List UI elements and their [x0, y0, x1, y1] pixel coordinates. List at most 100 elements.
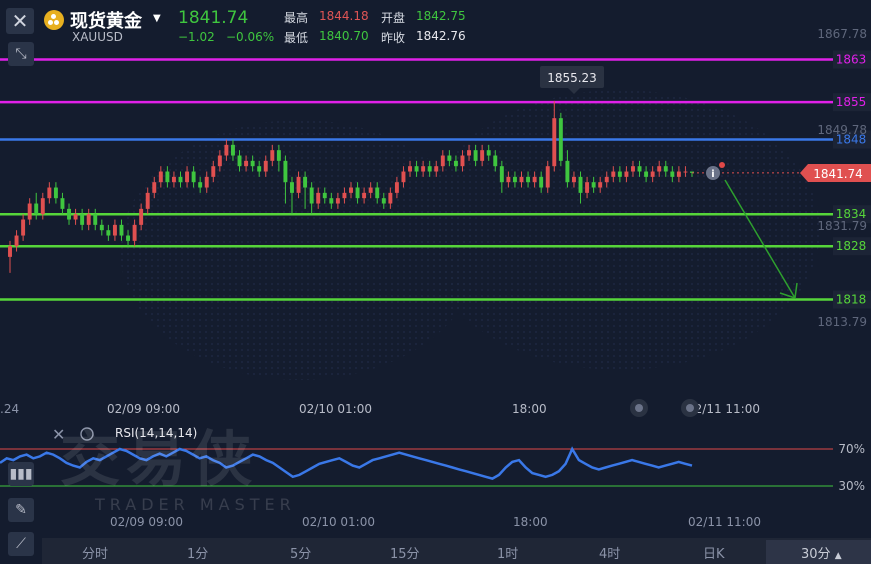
low-value: 1840.70 — [319, 29, 369, 43]
candle-body — [565, 160, 570, 183]
candle-body — [283, 160, 288, 183]
chevron-up-icon: ▲ — [834, 551, 842, 561]
settings-icon — [686, 404, 694, 412]
candle-body — [381, 198, 386, 204]
axis-tick-3: 1813.79 — [817, 315, 867, 329]
candle-body — [519, 176, 524, 183]
candle-body — [453, 160, 458, 167]
rsi-level-label-70: 70% — [838, 442, 865, 456]
candle-body — [349, 187, 353, 193]
candle-body — [663, 166, 668, 172]
candle-body — [139, 208, 144, 225]
candle-body — [86, 214, 91, 225]
tab-timeframe-1h[interactable]: 1时 — [497, 543, 518, 562]
candle-body — [388, 192, 393, 204]
candle-body — [73, 214, 78, 220]
candle-body — [237, 155, 242, 167]
candle-body — [80, 214, 85, 225]
candle-body — [178, 176, 183, 183]
tab-timeframe-line[interactable]: 分时 — [82, 543, 108, 562]
tab-timeframe-30m-label: 30分 — [801, 547, 831, 562]
candle-body — [631, 166, 635, 172]
tab-timeframe-5m[interactable]: 5分 — [290, 543, 311, 562]
prev-close-value: 1842.76 — [416, 29, 466, 43]
info-alert-dot — [719, 162, 725, 168]
line-tool-button[interactable]: ⟋ — [8, 532, 34, 556]
candle-body — [27, 203, 32, 220]
candle-body — [126, 235, 131, 241]
close-button[interactable]: ✕ — [6, 8, 34, 34]
indicator-icon: ▮▮▮ — [9, 466, 33, 482]
chart-canvas[interactable]: 186318551848183418281818 1867.781849.781… — [0, 0, 871, 564]
x-label-2: 02/10 01:00 — [299, 402, 372, 416]
candle-body — [401, 171, 406, 183]
quote-header: ✕ 现货黄金 ▼ XAUUSD 1841.74 −1.02 −0.06% 最高 … — [0, 0, 871, 46]
rsi-level-label-30: 30% — [838, 479, 865, 493]
candle-body — [558, 118, 563, 161]
candle-body — [539, 176, 544, 188]
candle-body — [290, 182, 294, 193]
record-icon — [635, 404, 643, 412]
candle-body — [276, 150, 281, 161]
candle-body — [296, 176, 301, 193]
rsi-x-label-4: 02/11 11:00 — [688, 515, 761, 529]
tab-timeframe-4h[interactable]: 4时 — [599, 543, 620, 562]
candle-body — [480, 150, 485, 161]
candle-body — [342, 192, 347, 199]
candle-body — [467, 150, 472, 156]
candle-body — [499, 166, 504, 183]
candle-body — [585, 182, 590, 193]
candle-body — [368, 187, 373, 193]
candle-body — [578, 176, 583, 193]
candle-body — [119, 224, 124, 236]
candle-body — [185, 171, 190, 183]
candle-body — [191, 171, 196, 183]
candle-body — [14, 235, 19, 247]
candle-body — [493, 155, 498, 167]
draw-button[interactable]: ✎ — [8, 498, 34, 522]
candle-body — [421, 166, 426, 172]
candle-body — [99, 224, 104, 231]
tab-timeframe-30m[interactable]: 30分 ▲ — [801, 543, 842, 562]
instrument-symbol: XAUUSD — [72, 30, 123, 44]
hline-label-1818: 1818 — [836, 293, 867, 307]
candle-body — [440, 155, 445, 167]
candle-body — [362, 192, 367, 199]
candle-body — [591, 182, 596, 188]
candle-body — [21, 219, 26, 236]
candle-body — [171, 176, 176, 183]
candle-body — [552, 118, 557, 167]
pencil-icon: ✎ — [15, 502, 27, 518]
chevron-down-icon[interactable]: ▼ — [153, 13, 161, 24]
candle-body — [414, 166, 419, 172]
candle-body — [211, 166, 216, 177]
candle-body — [250, 160, 255, 167]
price-change-pct: −0.06% — [226, 30, 275, 44]
rsi-x-label-2: 02/10 01:00 — [302, 515, 375, 529]
close-icon: ✕ — [11, 9, 29, 33]
candle-body — [198, 182, 203, 188]
watermark-sub: TRADER MASTER — [94, 495, 296, 514]
expand-button[interactable]: ⤡ — [8, 42, 34, 66]
candle-body — [158, 171, 163, 183]
candle-body — [611, 171, 616, 177]
candle-body — [60, 198, 65, 209]
candle-body — [650, 171, 655, 177]
tab-timeframe-1m[interactable]: 1分 — [187, 543, 208, 562]
high-value: 1844.18 — [319, 9, 369, 23]
tab-timeframe-15m[interactable]: 15分 — [390, 543, 420, 562]
candle-body — [8, 246, 12, 257]
hline-label-1828: 1828 — [836, 239, 867, 253]
candle-body — [165, 171, 170, 183]
trading-app: { "header": { "title": "现货黄金", "symbol":… — [0, 0, 871, 564]
indicator-button[interactable]: ▮▮▮ — [8, 462, 34, 486]
candle-body — [408, 166, 412, 172]
candle-body — [375, 187, 380, 199]
tab-timeframe-day[interactable]: 日K — [703, 543, 725, 562]
candle-body — [132, 224, 137, 241]
axis-tick-2: 1831.79 — [817, 219, 867, 233]
candle-body — [40, 198, 45, 215]
candle-body — [244, 160, 249, 167]
candle-body — [486, 150, 491, 156]
candle-body — [676, 171, 681, 177]
